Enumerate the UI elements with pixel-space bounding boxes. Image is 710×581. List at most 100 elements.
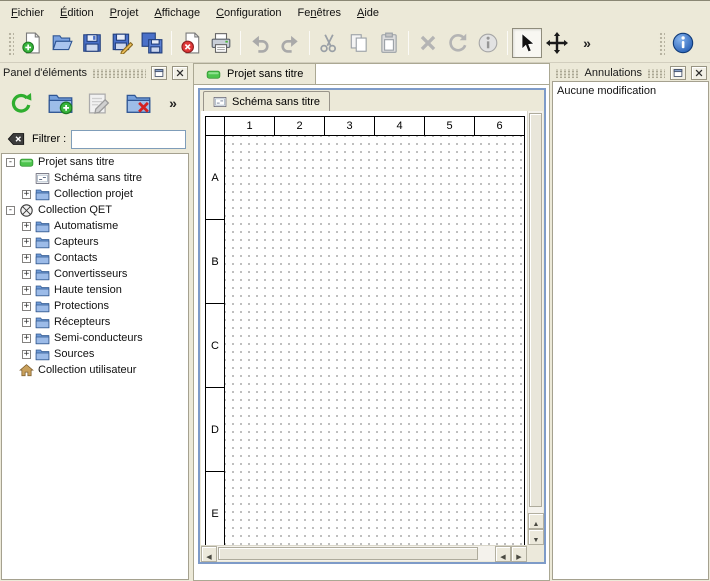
tree-item-capteurs[interactable]: +Capteurs xyxy=(2,234,188,250)
tab-schema[interactable]: Schéma sans titre xyxy=(203,91,330,111)
diagram-column-headers: 123456 xyxy=(225,117,524,136)
redo-button[interactable] xyxy=(275,28,305,58)
filter-input[interactable] xyxy=(71,130,186,149)
undo-list[interactable]: Aucune modification xyxy=(552,81,709,580)
filter-label: Filtrer : xyxy=(32,133,66,145)
close-file-icon xyxy=(180,32,202,54)
expand-icon[interactable]: + xyxy=(22,222,31,231)
tree-item-semi-conducteurs[interactable]: +Semi-conducteurs xyxy=(2,330,188,346)
expand-icon[interactable]: + xyxy=(22,286,31,295)
menu-fichier[interactable]: Fichier xyxy=(3,3,52,23)
elements-panel-grip[interactable] xyxy=(92,69,146,78)
diagram-grid[interactable] xyxy=(225,136,524,545)
expand-icon[interactable]: + xyxy=(22,334,31,343)
rotate-selection-button[interactable] xyxy=(443,28,473,58)
folder-icon xyxy=(35,283,50,298)
select-mode-button[interactable] xyxy=(512,28,542,58)
toolbar-separator xyxy=(171,31,172,55)
scroll-right-button[interactable]: ▶ xyxy=(511,546,527,562)
pan-mode-button[interactable] xyxy=(542,28,572,58)
open-project-button[interactable] xyxy=(47,28,77,58)
horizontal-scrollbar-thumb[interactable] xyxy=(218,547,478,560)
paste-button[interactable] xyxy=(374,28,404,58)
tree-item-automatisme[interactable]: +Automatisme xyxy=(2,218,188,234)
folder-icon xyxy=(35,347,50,362)
schema-canvas[interactable]: 123456 ABCDE xyxy=(201,111,527,545)
row-header: A xyxy=(206,136,225,220)
clear-filter-button[interactable] xyxy=(5,128,27,150)
vertical-scrollbar[interactable]: ▲ ▼ xyxy=(527,111,543,545)
tree-item-contacts[interactable]: +Contacts xyxy=(2,250,188,266)
tree-item-protections[interactable]: +Protections xyxy=(2,298,188,314)
delete-element-button[interactable] xyxy=(122,87,154,119)
scroll-down-button[interactable]: ▼ xyxy=(528,529,544,545)
schema-viewport: 123456 ABCDE ▲ ▼ ◀ ◀ ▶ xyxy=(201,111,543,561)
new-document-button[interactable] xyxy=(17,28,47,58)
new-element-button[interactable] xyxy=(44,87,76,119)
save-button[interactable] xyxy=(77,28,107,58)
scroll-up-button[interactable]: ▲ xyxy=(528,513,544,529)
toolbar-drag-handle[interactable] xyxy=(7,31,14,55)
menu-configuration[interactable]: Configuration xyxy=(208,3,289,23)
diagram-frame: 123456 ABCDE xyxy=(205,116,525,545)
undo-panel-grip-2[interactable] xyxy=(647,69,665,78)
horizontal-scrollbar[interactable]: ◀ ◀ ▶ xyxy=(201,545,527,561)
vertical-scrollbar-thumb[interactable] xyxy=(529,113,542,507)
scroll-left-icon-2: ◀ xyxy=(500,547,505,562)
undo-panel-close-button[interactable] xyxy=(691,66,707,80)
tab-project[interactable]: Projet sans titre xyxy=(194,64,316,84)
expand-icon[interactable]: + xyxy=(22,318,31,327)
menu-bar: FichierÉditionProjetAffichageConfigurati… xyxy=(0,1,710,24)
menu-fenetres[interactable]: Fenêtres xyxy=(290,3,349,23)
save-as-button[interactable] xyxy=(107,28,137,58)
elements-panel-float-button[interactable] xyxy=(151,66,167,80)
close-file-button[interactable] xyxy=(176,28,206,58)
tree-item-sources[interactable]: +Sources xyxy=(2,346,188,362)
tree-item-collection-utilisateur[interactable]: Collection utilisateur xyxy=(2,362,188,378)
expand-icon[interactable]: + xyxy=(22,350,31,359)
print-icon xyxy=(210,32,232,54)
copy-button[interactable] xyxy=(344,28,374,58)
elements-panel-close-button[interactable] xyxy=(172,66,188,80)
expand-icon[interactable]: + xyxy=(22,302,31,311)
undo-panel-float-button[interactable] xyxy=(670,66,686,80)
expand-icon[interactable]: + xyxy=(22,238,31,247)
expand-icon[interactable]: + xyxy=(22,190,31,199)
collapse-icon[interactable]: - xyxy=(6,158,15,167)
menu-affichage[interactable]: Affichage xyxy=(146,3,208,23)
menu-edition[interactable]: Édition xyxy=(52,3,102,23)
tree-item-convertisseurs[interactable]: +Convertisseurs xyxy=(2,266,188,282)
copy-icon xyxy=(348,32,370,54)
edit-element-button[interactable] xyxy=(83,87,115,119)
panel-overflow-button[interactable]: » xyxy=(164,91,182,115)
tree-item-collection-qet[interactable]: -Collection QET xyxy=(2,202,188,218)
print-button[interactable] xyxy=(206,28,236,58)
delete-selection-button[interactable] xyxy=(413,28,443,58)
tree-item-recepteurs[interactable]: +Récepteurs xyxy=(2,314,188,330)
toolbar-drag-handle-2[interactable] xyxy=(658,31,665,55)
tree-item-projet-sans-titre[interactable]: -Projet sans titre xyxy=(2,154,188,170)
undo-button[interactable] xyxy=(245,28,275,58)
open-icon xyxy=(51,32,73,54)
reload-collections-button[interactable] xyxy=(5,87,37,119)
tree-item-collection-projet[interactable]: +Collection projet xyxy=(2,186,188,202)
expand-icon[interactable]: + xyxy=(22,254,31,263)
row-header: D xyxy=(206,388,225,472)
tree-item-schema-sans-titre[interactable]: Schéma sans titre xyxy=(2,170,188,186)
save-all-button[interactable] xyxy=(137,28,167,58)
save-as-icon xyxy=(111,32,133,54)
conductor-properties-button[interactable] xyxy=(473,28,503,58)
scroll-left-button[interactable]: ◀ xyxy=(201,546,217,562)
about-qet-button[interactable] xyxy=(668,28,698,58)
tree-item-haute-tension[interactable]: +Haute tension xyxy=(2,282,188,298)
cut-icon xyxy=(318,32,340,54)
cut-button[interactable] xyxy=(314,28,344,58)
undo-panel-grip[interactable] xyxy=(555,69,580,78)
menu-projet[interactable]: Projet xyxy=(102,3,147,23)
menu-aide[interactable]: Aide xyxy=(349,3,387,23)
collapse-icon[interactable]: - xyxy=(6,206,15,215)
expand-icon[interactable]: + xyxy=(22,270,31,279)
toolbar-overflow-button[interactable]: » xyxy=(572,28,602,58)
scroll-left-button-2[interactable]: ◀ xyxy=(495,546,511,562)
folder-icon xyxy=(35,219,50,234)
